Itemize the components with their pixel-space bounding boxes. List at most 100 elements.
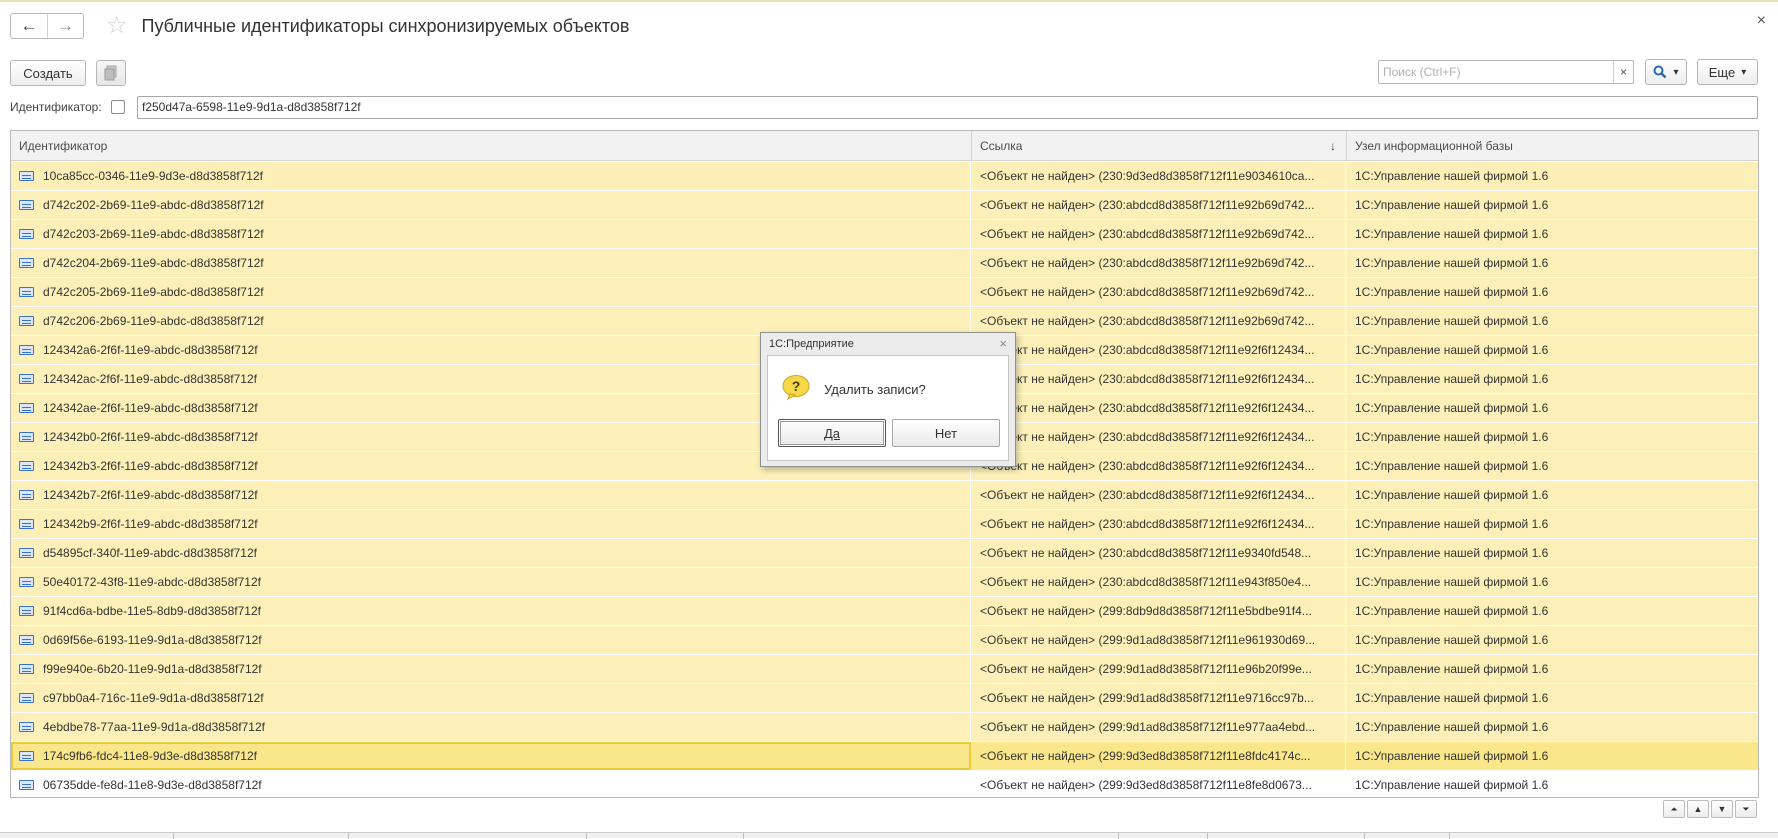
filter-value-field[interactable]: f250d47a-6598-11e9-9d1a-d8d3858f712f — [137, 96, 1758, 119]
scroll-up-button[interactable]: ▲ — [1687, 800, 1709, 818]
table-row[interactable]: 124342b7-2f6f-11e9-abdc-d8d3858f712f <Объ… — [11, 481, 1758, 510]
scroll-top-icon: ⏶ — [1670, 803, 1678, 814]
cell-link[interactable]: <Объект не найден> (230:abdcd8d3858f712f… — [972, 481, 1346, 509]
search-clear-button[interactable]: × — [1613, 61, 1633, 83]
table-row[interactable]: 91f4cd6a-bdbe-11e5-8db9-d8d3858f712f <Объ… — [11, 597, 1758, 626]
cell-identifier[interactable]: d742c203-2b69-11e9-abdc-d8d3858f712f — [11, 220, 971, 248]
cell-node[interactable]: 1С:Управление нашей фирмой 1.6 — [1347, 191, 1758, 219]
forward-button[interactable]: → — [47, 14, 83, 38]
filter-checkbox[interactable] — [111, 100, 125, 114]
table-row[interactable]: 124342b9-2f6f-11e9-abdc-d8d3858f712f <Объ… — [11, 510, 1758, 539]
cell-node[interactable]: 1С:Управление нашей фирмой 1.6 — [1347, 220, 1758, 248]
cell-node[interactable]: 1С:Управление нашей фирмой 1.6 — [1347, 162, 1758, 190]
cell-identifier[interactable]: d742c206-2b69-11e9-abdc-d8d3858f712f — [11, 307, 971, 335]
column-header-link[interactable]: Ссылка ↓ — [972, 131, 1347, 161]
cell-node[interactable]: 1С:Управление нашей фирмой 1.6 — [1347, 539, 1758, 567]
dialog-close-icon[interactable]: × — [999, 336, 1007, 351]
yes-button[interactable]: Да — [778, 419, 886, 447]
cell-link[interactable]: <Объект не найден> (299:9d1ad8d3858f712f… — [972, 626, 1346, 654]
cell-link[interactable]: <Объект не найден> (230:9d3ed8d3858f712f… — [972, 162, 1346, 190]
back-button[interactable]: ← — [11, 14, 47, 38]
cell-node[interactable]: 1С:Управление нашей фирмой 1.6 — [1347, 655, 1758, 683]
table-row[interactable]: 50e40172-43f8-11e9-abdc-d8d3858f712f <Объ… — [11, 568, 1758, 597]
cell-node[interactable]: 1С:Управление нашей фирмой 1.6 — [1347, 771, 1758, 797]
cell-node[interactable]: 1С:Управление нашей фирмой 1.6 — [1347, 307, 1758, 335]
cell-identifier[interactable]: 0d69f56e-6193-11e9-9d1a-d8d3858f712f — [11, 626, 971, 654]
cell-node[interactable]: 1С:Управление нашей фирмой 1.6 — [1347, 278, 1758, 306]
cell-link[interactable]: <Объект не найден> (299:9d3ed8d3858f712f… — [972, 742, 1346, 770]
cell-identifier[interactable]: 124342b9-2f6f-11e9-abdc-d8d3858f712f — [11, 510, 971, 538]
table-row[interactable]: d742c204-2b69-11e9-abdc-d8d3858f712f <Объ… — [11, 249, 1758, 278]
no-button[interactable]: Нет — [892, 419, 1000, 447]
cell-node[interactable]: 1С:Управление нашей фирмой 1.6 — [1347, 394, 1758, 422]
cell-link[interactable]: <Объект не найден> (230:abdcd8d3858f712f… — [972, 307, 1346, 335]
table-row[interactable]: d742c205-2b69-11e9-abdc-d8d3858f712f <Объ… — [11, 278, 1758, 307]
cell-link[interactable]: <Объект не найден> (230:abdcd8d3858f712f… — [972, 452, 1346, 480]
cell-node[interactable]: 1С:Управление нашей фирмой 1.6 — [1347, 481, 1758, 509]
search-input[interactable] — [1379, 62, 1613, 82]
search-button[interactable]: ▾ — [1645, 59, 1687, 85]
cell-link[interactable]: <Объект не найден> (230:abdcd8d3858f712f… — [972, 191, 1346, 219]
cell-link[interactable]: <Объект не найден> (299:9d1ad8d3858f712f… — [972, 684, 1346, 712]
cell-link[interactable]: <Объект не найден> (230:abdcd8d3858f712f… — [972, 568, 1346, 596]
cell-node[interactable]: 1С:Управление нашей фирмой 1.6 — [1347, 452, 1758, 480]
table-row[interactable]: 174c9fb6-fdc4-11e8-9d3e-d8d3858f712f <Объ… — [11, 742, 1758, 771]
cell-identifier[interactable]: c97bb0a4-716c-11e9-9d1a-d8d3858f712f — [11, 684, 971, 712]
cell-identifier[interactable]: 10ca85cc-0346-11e9-9d3e-d8d3858f712f — [11, 162, 971, 190]
copy-button[interactable] — [96, 60, 126, 86]
table-row[interactable]: d742c202-2b69-11e9-abdc-d8d3858f712f <Объ… — [11, 191, 1758, 220]
cell-identifier[interactable]: 174c9fb6-fdc4-11e8-9d3e-d8d3858f712f — [11, 742, 971, 770]
cell-link[interactable]: <Объект не найден> (230:abdcd8d3858f712f… — [972, 394, 1346, 422]
cell-node[interactable]: 1С:Управление нашей фирмой 1.6 — [1347, 568, 1758, 596]
cell-node[interactable]: 1С:Управление нашей фирмой 1.6 — [1347, 249, 1758, 277]
cell-identifier[interactable]: d742c205-2b69-11e9-abdc-d8d3858f712f — [11, 278, 971, 306]
scroll-last-button[interactable]: ⏷ — [1735, 800, 1757, 818]
cell-identifier[interactable]: 50e40172-43f8-11e9-abdc-d8d3858f712f — [11, 568, 971, 596]
cell-node[interactable]: 1С:Управление нашей фирмой 1.6 — [1347, 336, 1758, 364]
table-row[interactable]: 06735dde-fe8d-11e8-9d3e-d8d3858f712f <Объ… — [11, 771, 1758, 797]
column-header-node[interactable]: Узел информационной базы — [1347, 131, 1758, 161]
cell-identifier[interactable]: f99e940e-6b20-11e9-9d1a-d8d3858f712f — [11, 655, 971, 683]
cell-link[interactable]: <Объект не найден> (230:abdcd8d3858f712f… — [972, 249, 1346, 277]
table-row[interactable]: 0d69f56e-6193-11e9-9d1a-d8d3858f712f <Объ… — [11, 626, 1758, 655]
cell-identifier[interactable]: d742c202-2b69-11e9-abdc-d8d3858f712f — [11, 191, 971, 219]
more-button[interactable]: Еще ▾ — [1697, 59, 1758, 85]
column-header-identifier[interactable]: Идентификатор — [11, 131, 972, 161]
scroll-first-button[interactable]: ⏶ — [1663, 800, 1685, 818]
cell-link[interactable]: <Объект не найден> (299:9d1ad8d3858f712f… — [972, 713, 1346, 741]
cell-link[interactable]: <Объект не найден> (230:abdcd8d3858f712f… — [972, 365, 1346, 393]
cell-identifier[interactable]: d54895cf-340f-11e9-abdc-d8d3858f712f — [11, 539, 971, 567]
table-row[interactable]: 10ca85cc-0346-11e9-9d3e-d8d3858f712f <Объ… — [11, 162, 1758, 191]
cell-link[interactable]: <Объект не найден> (299:8db9d8d3858f712f… — [972, 597, 1346, 625]
cell-identifier[interactable]: 91f4cd6a-bdbe-11e5-8db9-d8d3858f712f — [11, 597, 971, 625]
favorite-star-icon[interactable]: ☆ — [106, 13, 128, 39]
cell-identifier[interactable]: 4ebdbe78-77aa-11e9-9d1a-d8d3858f712f — [11, 713, 971, 741]
close-window-icon[interactable]: × — [1757, 12, 1766, 30]
cell-node[interactable]: 1С:Управление нашей фирмой 1.6 — [1347, 713, 1758, 741]
cell-node[interactable]: 1С:Управление нашей фирмой 1.6 — [1347, 626, 1758, 654]
cell-link[interactable]: <Объект не найден> (299:9d3ed8d3858f712f… — [972, 771, 1346, 797]
table-row[interactable]: d54895cf-340f-11e9-abdc-d8d3858f712f <Объ… — [11, 539, 1758, 568]
cell-link[interactable]: <Объект не найден> (230:abdcd8d3858f712f… — [972, 336, 1346, 364]
table-row[interactable]: 4ebdbe78-77aa-11e9-9d1a-d8d3858f712f <Объ… — [11, 713, 1758, 742]
cell-link[interactable]: <Объект не найден> (230:abdcd8d3858f712f… — [972, 423, 1346, 451]
cell-node[interactable]: 1С:Управление нашей фирмой 1.6 — [1347, 510, 1758, 538]
scroll-down-button[interactable]: ▼ — [1711, 800, 1733, 818]
cell-node[interactable]: 1С:Управление нашей фирмой 1.6 — [1347, 423, 1758, 451]
cell-node[interactable]: 1С:Управление нашей фирмой 1.6 — [1347, 742, 1758, 770]
table-row[interactable]: c97bb0a4-716c-11e9-9d1a-d8d3858f712f <Объ… — [11, 684, 1758, 713]
cell-link[interactable]: <Объект не найден> (230:abdcd8d3858f712f… — [972, 220, 1346, 248]
cell-node[interactable]: 1С:Управление нашей фирмой 1.6 — [1347, 684, 1758, 712]
table-row[interactable]: f99e940e-6b20-11e9-9d1a-d8d3858f712f <Объ… — [11, 655, 1758, 684]
table-row[interactable]: d742c203-2b69-11e9-abdc-d8d3858f712f <Объ… — [11, 220, 1758, 249]
create-button[interactable]: Создать — [10, 60, 86, 86]
cell-node[interactable]: 1С:Управление нашей фирмой 1.6 — [1347, 365, 1758, 393]
cell-link[interactable]: <Объект не найден> (230:abdcd8d3858f712f… — [972, 539, 1346, 567]
cell-identifier[interactable]: 124342b7-2f6f-11e9-abdc-d8d3858f712f — [11, 481, 971, 509]
cell-node[interactable]: 1С:Управление нашей фирмой 1.6 — [1347, 597, 1758, 625]
cell-identifier[interactable]: 06735dde-fe8d-11e8-9d3e-d8d3858f712f — [11, 771, 971, 797]
cell-link[interactable]: <Объект не найден> (230:abdcd8d3858f712f… — [972, 510, 1346, 538]
cell-identifier[interactable]: d742c204-2b69-11e9-abdc-d8d3858f712f — [11, 249, 971, 277]
cell-link[interactable]: <Объект не найден> (230:abdcd8d3858f712f… — [972, 278, 1346, 306]
cell-link[interactable]: <Объект не найден> (299:9d1ad8d3858f712f… — [972, 655, 1346, 683]
